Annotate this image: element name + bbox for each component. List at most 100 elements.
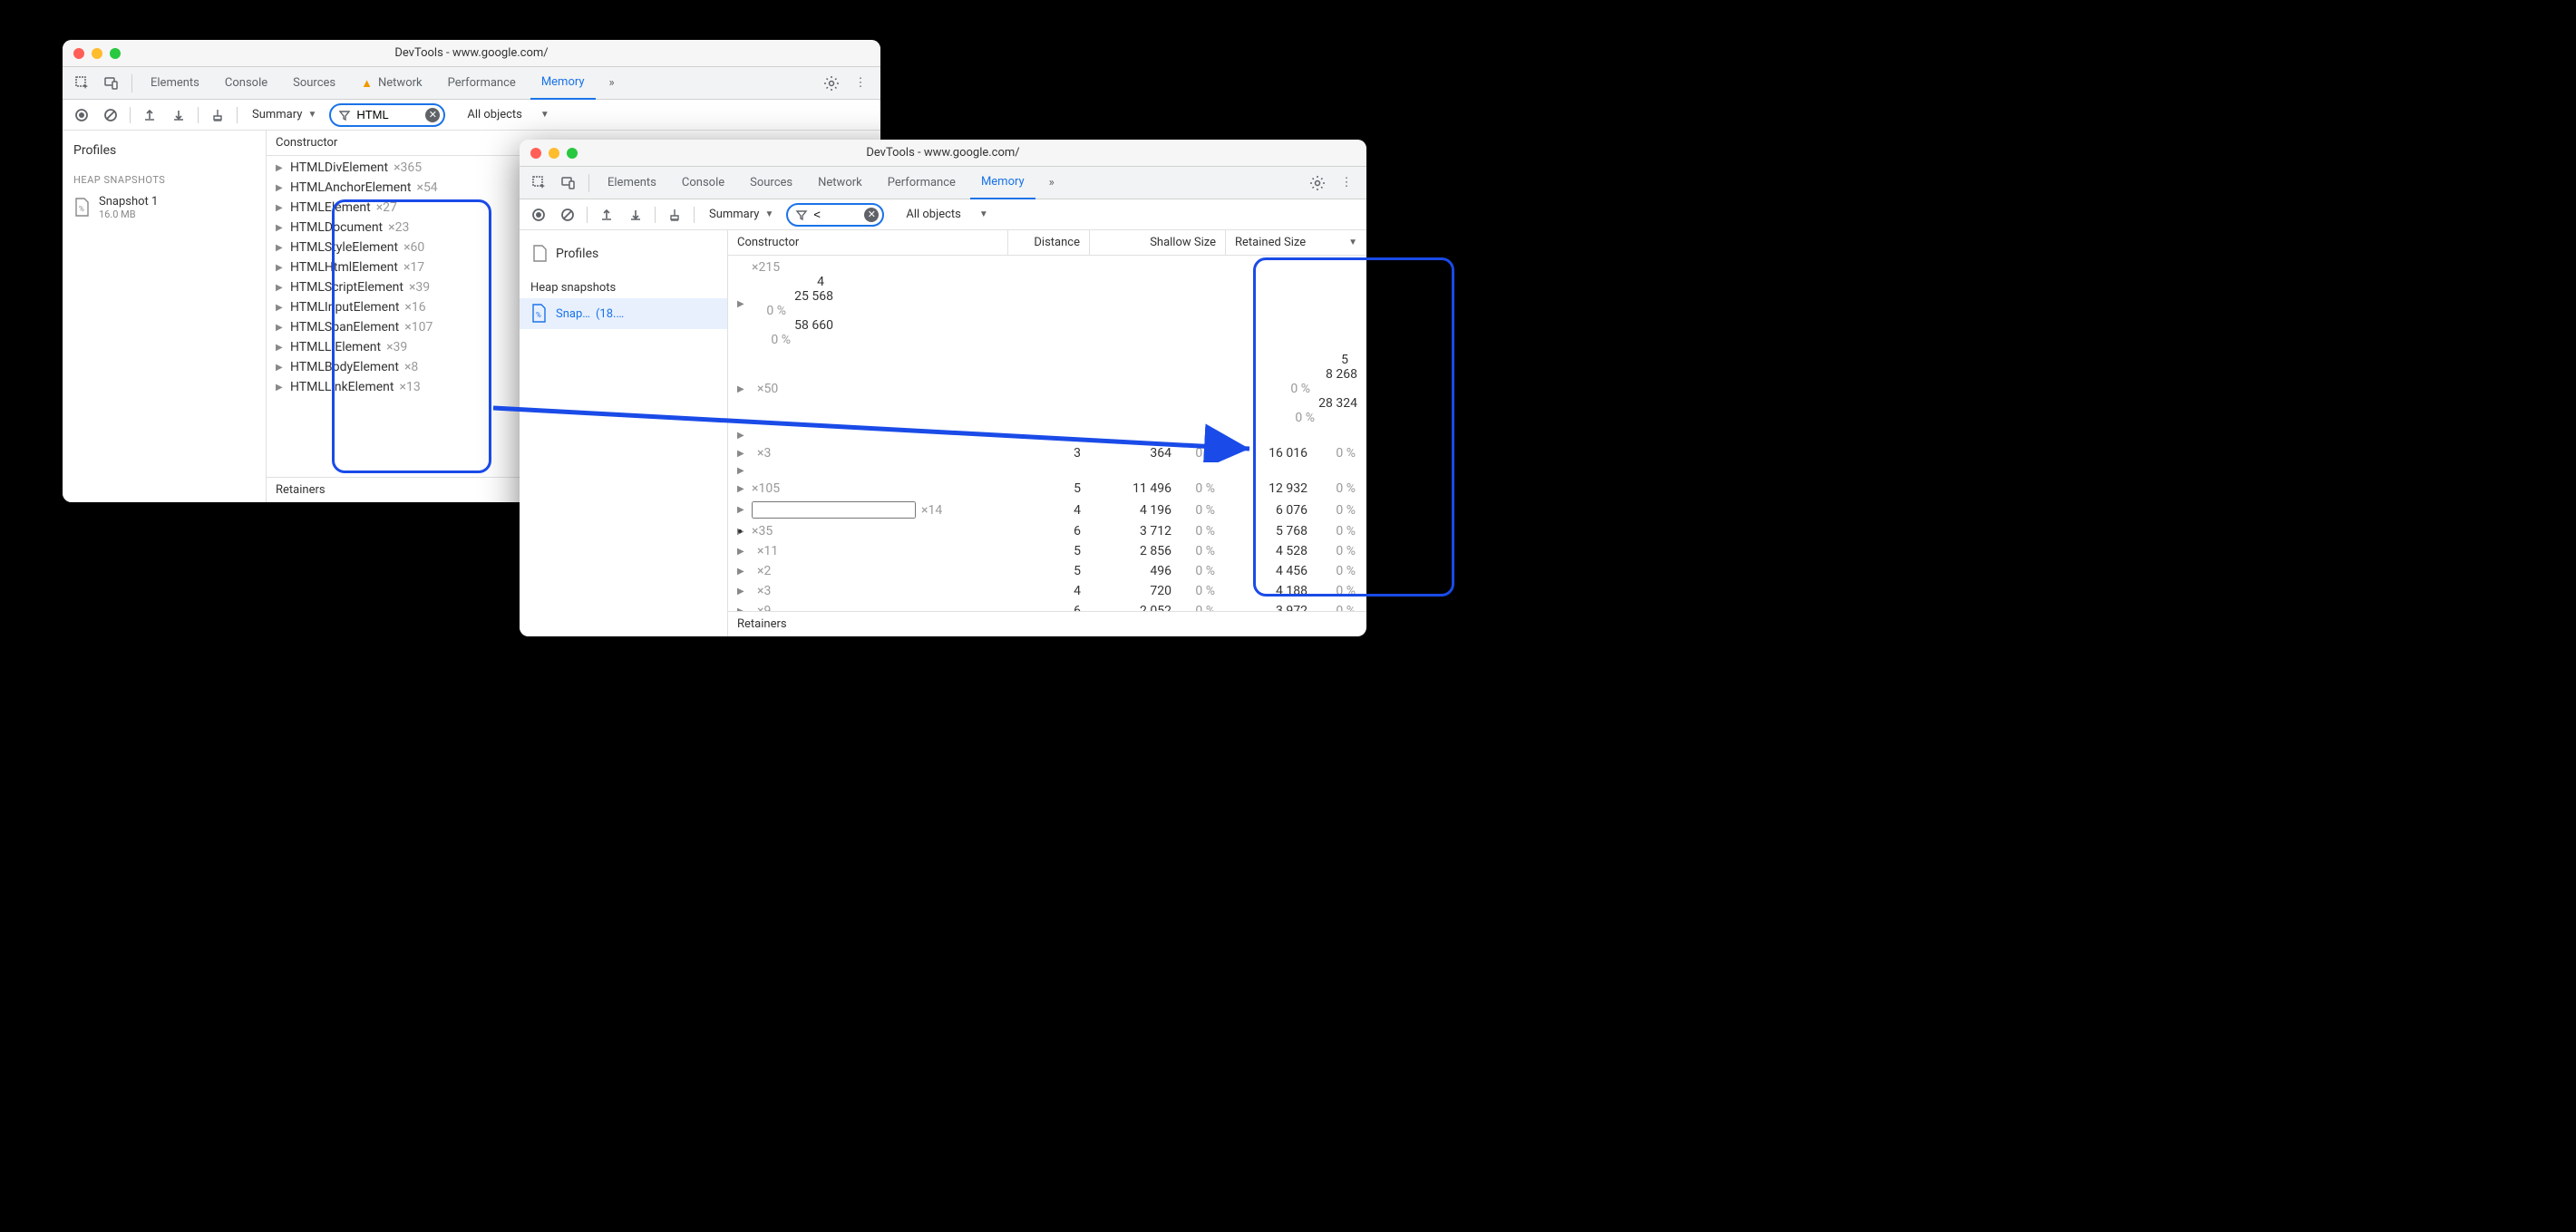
settings-icon[interactable] — [1305, 170, 1330, 196]
expand-triangle-icon[interactable]: ▶ — [737, 547, 746, 557]
snapshot-item[interactable]: % Snap… (18.… — [520, 298, 727, 329]
minimize-window-button[interactable] — [92, 48, 102, 59]
expand-triangle-icon[interactable]: ▶ — [737, 299, 746, 309]
expand-triangle-icon[interactable]: ▶ — [276, 283, 285, 293]
tab-elements[interactable]: Elements — [597, 167, 667, 199]
expand-triangle-icon[interactable]: ▶ — [276, 343, 285, 353]
table-row[interactable]: ▶ ×9 6 2 052 0 % 3 972 0 % — [728, 601, 1366, 611]
expand-triangle-icon[interactable]: ▶ — [276, 363, 285, 373]
expand-triangle-icon[interactable]: ▶ — [276, 263, 285, 273]
expand-triangle-icon[interactable]: ▶ — [276, 303, 285, 313]
inspect-element-icon[interactable] — [527, 170, 552, 196]
devtools-window-2: DevTools - www.google.com/ Elements Cons… — [520, 140, 1366, 636]
class-filter[interactable]: ✕ — [329, 103, 445, 127]
expand-triangle-icon[interactable]: ▶ — [276, 383, 285, 393]
tab-network[interactable]: Network — [807, 167, 873, 199]
table-row[interactable]: ▶ </span> <span class="count" style="col… — [728, 428, 1366, 443]
sort-desc-icon: ▼ — [1348, 238, 1357, 247]
class-filter-input[interactable] — [813, 208, 859, 221]
expand-triangle-icon[interactable]: ▶ — [737, 567, 746, 577]
column-header-distance[interactable]: Distance — [1008, 230, 1090, 255]
expand-triangle-icon[interactable]: ▶ — [276, 203, 285, 213]
table-row[interactable]: ▶ ×50 5 8 268 0 % 28 324 0 % — [728, 350, 1366, 428]
clear-icon[interactable] — [99, 103, 122, 127]
class-filter[interactable]: ✕ — [786, 203, 884, 227]
expand-triangle-icon[interactable]: ▶ — [276, 163, 285, 173]
tab-performance[interactable]: Performance — [437, 67, 527, 100]
upload-icon[interactable] — [595, 203, 618, 227]
download-icon[interactable] — [167, 103, 190, 127]
expand-triangle-icon[interactable]: ▶ — [737, 449, 746, 459]
record-icon[interactable] — [527, 203, 550, 227]
table-row[interactable]: ▶ ×3 3 364 0 % 16 016 0 % — [728, 443, 1366, 463]
gc-broom-icon[interactable] — [206, 103, 229, 127]
table-row[interactable]: ▶ ×11 5 2 856 0 % 4 528 0 % — [728, 541, 1366, 561]
kebab-menu-icon[interactable]: ⋮ — [848, 71, 873, 96]
tab-sources[interactable]: Sources — [739, 167, 803, 199]
close-window-button[interactable] — [530, 148, 541, 159]
tab-network[interactable]: ▲Network — [350, 67, 433, 100]
table-row[interactable]: ▶ ×14 4 4 196 0 % 6 076 0 % — [728, 499, 1366, 521]
clear-filter-icon[interactable]: ✕ — [425, 108, 440, 122]
retained-value: 4 528 — [1226, 544, 1317, 558]
more-tabs-icon[interactable]: » — [1039, 170, 1064, 196]
expand-triangle-icon[interactable]: ▶ — [737, 431, 746, 441]
objects-filter-dropdown[interactable]: All objects — [460, 108, 530, 121]
retainers-footer[interactable]: Retainers — [728, 611, 1366, 636]
tab-performance[interactable]: Performance — [877, 167, 967, 199]
chevron-down-icon[interactable]: ▼ — [979, 209, 988, 219]
download-icon[interactable] — [624, 203, 647, 227]
view-dropdown[interactable]: Summary▼ — [245, 108, 324, 121]
table-row[interactable]: ▶ ×105 5 11 496 0 % 12 932 0 % — [728, 479, 1366, 499]
tab-console[interactable]: Console — [671, 167, 735, 199]
window-title: DevTools - www.google.com/ — [394, 46, 548, 60]
tab-elements[interactable]: Elements — [140, 67, 210, 100]
upload-icon[interactable] — [138, 103, 161, 127]
tab-console[interactable]: Console — [214, 67, 278, 100]
view-dropdown[interactable]: Summary▼ — [702, 208, 781, 221]
expand-triangle-icon[interactable]: ▶ — [276, 243, 285, 253]
expand-triangle-icon[interactable]: ▶ — [737, 505, 746, 515]
class-filter-input[interactable] — [356, 108, 420, 121]
tab-memory[interactable]: Memory — [970, 167, 1035, 199]
expand-triangle-icon[interactable]: ▶ — [737, 484, 746, 494]
tab-sources[interactable]: Sources — [282, 67, 346, 100]
record-icon[interactable] — [70, 103, 93, 127]
constructor-name: HTMLStyleElement — [290, 240, 398, 255]
table-row[interactable]: ▶ ×3 4 720 0 % 4 188 0 % — [728, 581, 1366, 601]
minimize-window-button[interactable] — [549, 148, 559, 159]
expand-triangle-icon[interactable]: ▶ — [737, 587, 746, 597]
maximize-window-button[interactable] — [110, 48, 121, 59]
expand-triangle-icon[interactable]: ▶ — [276, 323, 285, 333]
constructor-count: ×35 — [752, 524, 773, 538]
inspect-element-icon[interactable] — [70, 71, 95, 96]
table-row[interactable]: ▶ </span> <span class="count" style="col… — [728, 463, 1366, 479]
device-toolbar-icon[interactable] — [556, 170, 581, 196]
expand-triangle-icon[interactable]: ▶ — [276, 183, 285, 193]
column-header-constructor[interactable]: Constructor — [728, 230, 1008, 255]
column-header-retained[interactable]: Retained Size▼ — [1226, 230, 1366, 255]
maximize-window-button[interactable] — [567, 148, 578, 159]
table-row[interactable]: ▶ ×35 6 3 712 0 % 5 768 0 % — [728, 521, 1366, 541]
gc-broom-icon[interactable] — [663, 203, 686, 227]
kebab-menu-icon[interactable]: ⋮ — [1334, 170, 1359, 196]
clear-filter-icon[interactable]: ✕ — [864, 208, 879, 222]
column-header-shallow[interactable]: Shallow Size — [1090, 230, 1226, 255]
snapshot-item[interactable]: % Snapshot 1 16.0 MB — [63, 189, 266, 226]
expand-triangle-icon[interactable]: ▶ — [276, 223, 285, 233]
expand-triangle-icon[interactable]: ▶ — [737, 384, 746, 394]
expand-triangle-icon[interactable]: ▶ — [737, 466, 746, 476]
settings-icon[interactable] — [819, 71, 844, 96]
table-row[interactable]: ▶ ×215 4 25 568 0 % 58 660 0 % — [728, 257, 1366, 350]
objects-filter-dropdown[interactable]: All objects — [899, 208, 968, 221]
constructor-count: ×23 — [388, 220, 409, 235]
device-toolbar-icon[interactable] — [99, 71, 124, 96]
close-window-button[interactable] — [73, 48, 84, 59]
clear-icon[interactable] — [556, 203, 579, 227]
tab-memory[interactable]: Memory — [530, 67, 596, 100]
table-row[interactable]: ▶ ×2 5 496 0 % 4 456 0 % — [728, 561, 1366, 581]
retained-pct: 0 % — [752, 333, 802, 347]
chevron-down-icon[interactable]: ▼ — [540, 110, 549, 120]
chevron-down-icon: ▼ — [307, 110, 316, 120]
more-tabs-icon[interactable]: » — [599, 71, 625, 96]
